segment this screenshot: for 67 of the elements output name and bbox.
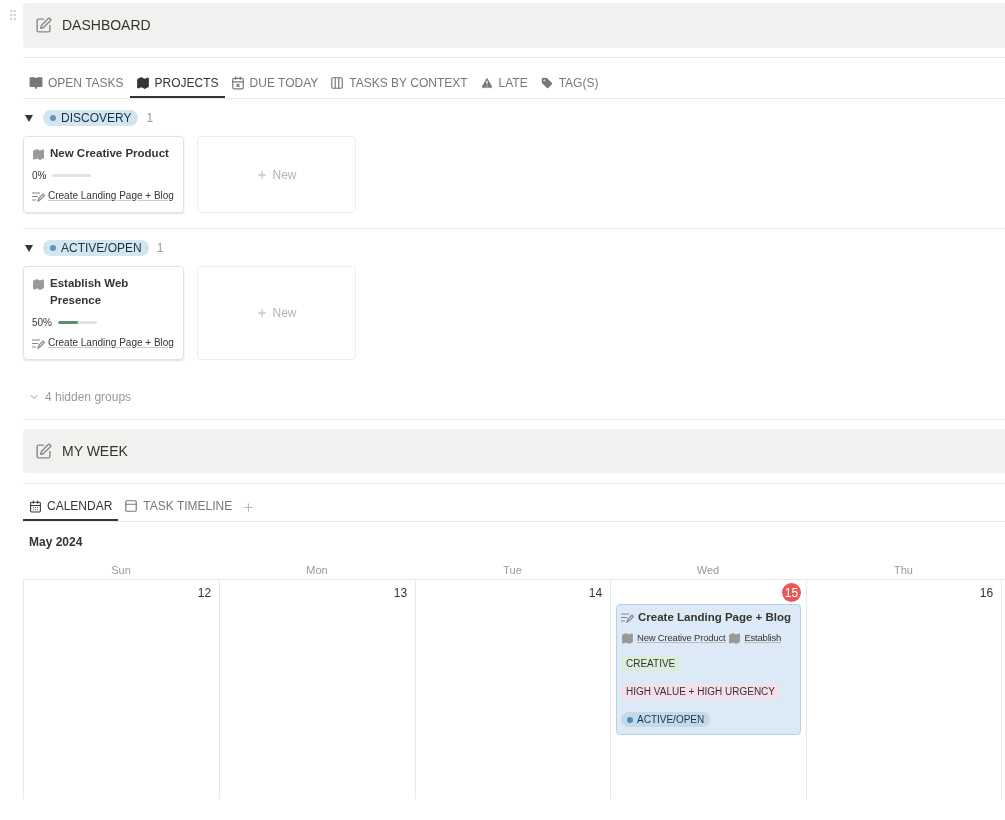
calendar-icon [230, 76, 245, 90]
day-number: 12 [196, 584, 213, 602]
task-icon [621, 612, 634, 623]
card-title: Establish Web Presence [50, 276, 130, 308]
view-tab[interactable]: TAG(S) [533, 70, 605, 98]
calendar-icon [29, 499, 42, 513]
map-icon [32, 148, 45, 161]
task-icon [32, 192, 45, 202]
view-tab[interactable]: TASKS BY CONTEXT [324, 70, 474, 98]
project-card[interactable]: New Creative Product 0% Create Landing Page + Blog [23, 136, 184, 213]
task-link[interactable]: Create Landing Page + Blog [48, 189, 174, 203]
view-tab[interactable]: TASK TIMELINE [118, 493, 239, 521]
calendar-day-cell[interactable]: 13 [220, 580, 416, 799]
book-icon [29, 76, 43, 90]
map-icon [728, 631, 742, 645]
section-title: MY WEEK [62, 441, 128, 461]
view-tab[interactable]: DUE TODAY [224, 70, 325, 98]
map-icon [32, 278, 45, 291]
event-card[interactable]: Create Landing Page + Blog New Creative Product Establish CREATIVE HIGH VALUE + HIGH URGENCY ACTIVE/OPEN [616, 604, 801, 735]
toggle-icon[interactable] [25, 114, 33, 122]
project-link[interactable]: Establish [744, 631, 782, 646]
task-icon [32, 339, 45, 349]
columns-icon [330, 76, 345, 90]
section-title: DASHBOARD [62, 16, 151, 35]
status-badge: DISCOVERY [43, 110, 139, 126]
edit-icon [35, 442, 52, 460]
view-tab[interactable]: OPEN TASKS [23, 70, 130, 98]
map-icon [135, 76, 150, 90]
weekday-label: Wed [695, 564, 721, 577]
group-count: 1 [156, 240, 164, 257]
month-title: May 2024 [29, 534, 84, 551]
day-number: 14 [587, 584, 604, 602]
progress-text: 0% [32, 169, 47, 183]
plus-icon [256, 307, 269, 319]
weekday-label: Sun [110, 564, 132, 577]
view-tab[interactable]: CALENDAR [23, 493, 119, 521]
warning-icon [479, 76, 494, 90]
day-number: 16 [978, 584, 995, 602]
timeline-icon [124, 499, 139, 513]
tag-icon [539, 76, 554, 90]
weekday-label: Mon [305, 564, 329, 577]
plus-icon [256, 168, 269, 181]
progress-bar [58, 321, 97, 324]
weekday-label: Thu [893, 564, 914, 577]
view-tab[interactable]: LATE [473, 70, 534, 98]
card-title: New Creative Product [50, 146, 169, 161]
progress-text: 50% [32, 316, 52, 330]
weekday-label: Tue [502, 564, 523, 577]
view-tab[interactable]: PROJECTS [129, 70, 225, 98]
edit-icon [35, 17, 52, 34]
status-badge: ACTIVE/OPEN [43, 240, 149, 256]
calendar-day-cell[interactable]: 14 [416, 580, 611, 799]
status-badge: ACTIVE/OPEN [621, 712, 711, 727]
project-card[interactable]: Establish Web Presence 50% Create Landing Page + Blog [23, 266, 184, 360]
day-number: 13 [392, 584, 409, 602]
day-number: 15 [782, 583, 801, 602]
event-title: Create Landing Page + Blog [638, 610, 792, 625]
map-icon [621, 631, 634, 645]
calendar-day-cell[interactable]: 16 [807, 580, 1002, 799]
task-link[interactable]: Create Landing Page + Blog [48, 336, 174, 350]
tag-label: CREATIVE [621, 655, 681, 671]
toggle-icon[interactable] [25, 244, 33, 252]
project-link[interactable]: New Creative Product [637, 631, 726, 646]
tag-label: HIGH VALUE + HIGH URGENCY [621, 683, 780, 699]
calendar-day-cell[interactable]: 15 Create Landing Page + Blog New Creative Product Establish CREATIVE HIGH VALUE + HIGH URGENCY ACTIVE/OPEN [611, 580, 807, 799]
calendar-day-cell[interactable]: 12 [24, 580, 220, 799]
group-count: 1 [146, 110, 154, 127]
